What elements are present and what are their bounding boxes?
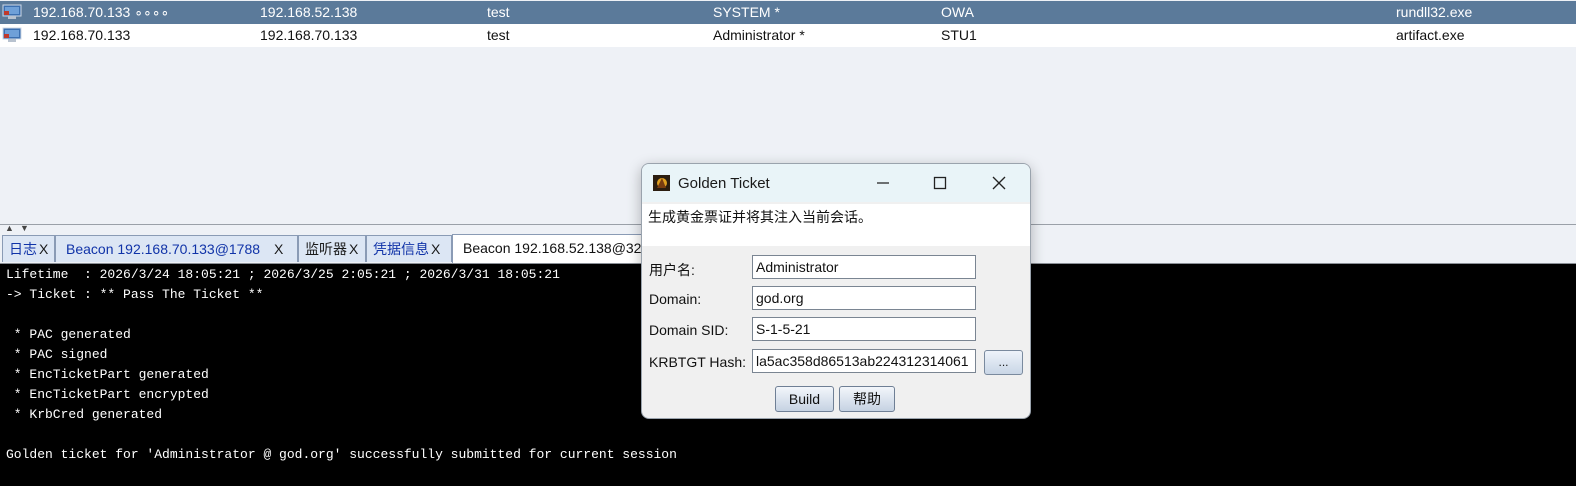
console-line: Lifetime : 2026/3/24 18:05:21 ; 2026/3/2… — [6, 267, 560, 282]
tab-label: 监听器 — [305, 241, 347, 257]
domain-sid-label: Domain SID: — [649, 322, 729, 338]
close-icon — [992, 176, 1006, 190]
console-line: -> Ticket : ** Pass The Ticket ** — [6, 287, 264, 302]
internal-ip: 192.168.52.138 — [260, 4, 358, 20]
console-line: * EncTicketPart encrypted — [6, 387, 209, 402]
tab-credentials[interactable]: 凭据信息 X — [366, 235, 452, 262]
tab-close-icon[interactable]: X — [39, 241, 48, 257]
help-button[interactable]: 帮助 — [839, 386, 895, 412]
table-row[interactable]: 192.168.70.133 ∘∘∘∘ 192.168.52.138 test … — [0, 1, 1576, 24]
dialog-title: Golden Ticket — [678, 175, 770, 192]
golden-ticket-dialog: Golden Ticket 生成黄金票证并将其注入当前会话。 用户名: Doma… — [641, 163, 1031, 419]
minimize-button[interactable] — [868, 172, 898, 194]
user: SYSTEM * — [713, 4, 780, 20]
dialog-description-panel: 生成黄金票证并将其注入当前会话。 — [642, 204, 1030, 246]
monitor-icon — [2, 27, 22, 42]
tab-close-icon[interactable]: X — [349, 241, 358, 257]
domain-label: Domain: — [649, 291, 702, 307]
user-field[interactable] — [752, 255, 976, 279]
computer: STU1 — [941, 27, 977, 43]
user-label: 用户名: — [649, 262, 695, 278]
computer: OWA — [941, 4, 974, 20]
console-line: * PAC generated — [6, 327, 131, 342]
tab-label: Beacon 192.168.52.138@32 — [463, 240, 642, 256]
monitor-icon — [2, 4, 22, 19]
internal-ip: 192.168.70.133 — [260, 27, 358, 43]
console-line: * EncTicketPart generated — [6, 367, 209, 382]
krbtgt-hash-label: KRBTGT Hash: — [649, 354, 746, 370]
tab-beacon-52-138[interactable]: Beacon 192.168.52.138@32 — [452, 234, 652, 263]
krbtgt-hash-field[interactable] — [752, 349, 976, 373]
tab-label: 凭据信息 — [373, 241, 429, 257]
dialog-description: 生成黄金票证并将其注入当前会话。 — [648, 209, 872, 225]
process: artifact.exe — [1396, 27, 1465, 43]
console-line: * KrbCred generated — [6, 407, 163, 422]
listener: test — [487, 27, 510, 43]
close-button[interactable] — [984, 172, 1014, 194]
tab-listeners[interactable]: 监听器 X — [298, 235, 366, 262]
console-line: Golden ticket for 'Administrator @ god.o… — [6, 447, 677, 462]
user: Administrator * — [713, 27, 805, 43]
collapse-up-icon[interactable]: ▲ — [5, 224, 14, 233]
tab-beacon-70-133[interactable]: Beacon 192.168.70.133@1788 X — [55, 235, 298, 262]
console-line: * PAC signed — [6, 347, 108, 362]
tab-label: 日志 — [9, 241, 37, 257]
listener: test — [487, 4, 510, 20]
maximize-button[interactable] — [925, 172, 955, 194]
tab-label: Beacon 192.168.70.133@1788 — [66, 241, 261, 257]
minimize-icon — [877, 182, 889, 184]
build-button[interactable]: Build — [775, 386, 834, 412]
maximize-icon — [933, 176, 947, 190]
tab-close-icon[interactable]: X — [274, 241, 283, 257]
process: rundll32.exe — [1396, 4, 1473, 20]
browse-hash-button[interactable]: ... — [984, 350, 1023, 375]
domain-field[interactable] — [752, 286, 976, 310]
tab-log[interactable]: 日志 X — [2, 235, 55, 262]
domain-sid-field[interactable] — [752, 317, 976, 341]
tab-close-icon[interactable]: X — [431, 241, 440, 257]
cobalt-strike-icon — [653, 175, 670, 191]
external-ip: 192.168.70.133 — [33, 27, 131, 43]
dialog-titlebar[interactable]: Golden Ticket — [642, 164, 1030, 202]
collapse-down-icon[interactable]: ▼ — [20, 224, 29, 233]
table-row[interactable]: 192.168.70.133 192.168.70.133 test Admin… — [0, 24, 1576, 47]
external-ip: 192.168.70.133 ∘∘∘∘ — [33, 4, 170, 20]
